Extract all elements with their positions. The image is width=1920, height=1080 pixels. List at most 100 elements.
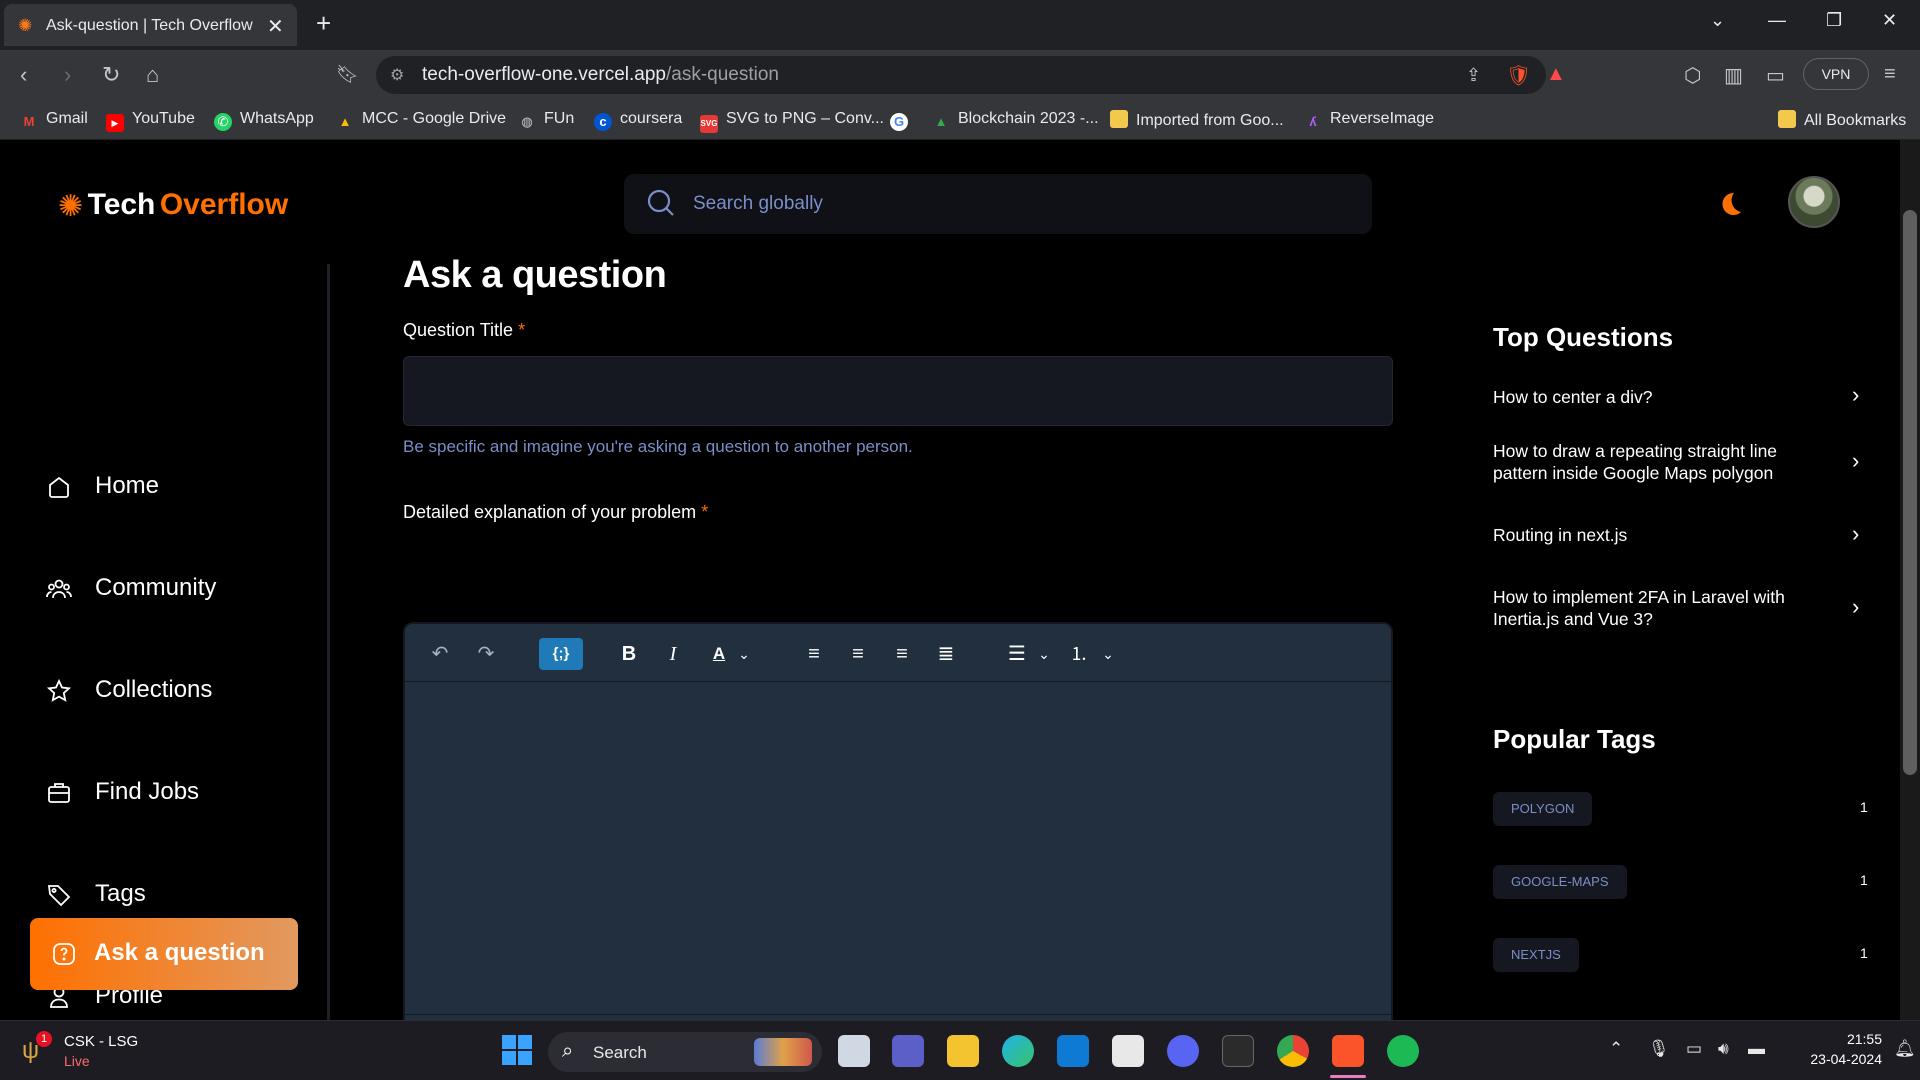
edge-icon[interactable] <box>1002 1035 1034 1067</box>
task-view-icon[interactable] <box>838 1035 870 1067</box>
chevron-right-icon[interactable]: › <box>1852 382 1859 408</box>
bookmark-svg-to-png[interactable]: SVG SVG to PNG – Conv... <box>700 110 884 133</box>
window-close-icon[interactable]: ✕ <box>1882 10 1897 31</box>
restore-icon[interactable]: ❐ <box>1826 10 1842 31</box>
bookmark-whatsapp[interactable]: ✆ WhatsApp <box>214 110 314 131</box>
nav-item-home[interactable]: Home <box>46 466 246 506</box>
bookmark-fun[interactable]: ◍ FUn <box>518 110 574 131</box>
ask-question-button[interactable]: Ask a question <box>30 918 298 990</box>
align-left-icon[interactable]: ≡ <box>799 638 829 670</box>
vpn-button[interactable]: VPN <box>1803 58 1869 90</box>
news-widget[interactable]: ψ 1 CSK - LSG Live <box>22 1031 182 1073</box>
notification-icon[interactable]: 🔔︎ <box>1894 1039 1916 1059</box>
top-question-item[interactable]: How to draw a repeating straight line pa… <box>1493 440 1833 484</box>
sidebar-icon[interactable]: ▥ <box>1724 63 1743 88</box>
chevron-up-icon[interactable]: ⌃ <box>1609 1039 1623 1059</box>
browser-tab[interactable]: ✺ Ask-question | Tech Overflow ✕ <box>4 4 297 46</box>
chevron-down-icon[interactable]: ⌄ <box>1035 638 1053 670</box>
align-justify-icon[interactable]: ≣ <box>931 638 961 670</box>
top-question-item[interactable]: How to center a div? <box>1493 386 1833 408</box>
taskbar-search[interactable]: ⌕ Search <box>548 1032 822 1072</box>
chrome-icon[interactable] <box>1277 1035 1309 1067</box>
bookmark-google[interactable]: G <box>890 110 916 131</box>
chevron-down-icon[interactable]: ⌄ <box>735 638 753 670</box>
tag-count: 1 <box>1860 799 1868 815</box>
nav-item-community[interactable]: Community <box>46 568 266 608</box>
bullet-list-icon[interactable]: ☰ <box>1003 638 1031 670</box>
editor-content-area[interactable] <box>405 683 1391 1003</box>
brave-rewards-icon[interactable]: ▲ <box>1546 63 1566 86</box>
wallet-icon[interactable]: ▭ <box>1766 63 1785 88</box>
microphone-icon[interactable]: 🎙︎ <box>1648 1039 1670 1059</box>
nav-item-collections[interactable]: Collections <box>46 670 266 710</box>
code-sample-icon[interactable]: {;} <box>539 638 583 670</box>
tag-badge[interactable]: NEXTJS <box>1493 938 1579 972</box>
network-icon[interactable]: ▭ <box>1686 1039 1702 1059</box>
site-logo[interactable]: ✺ Tech Overflow <box>58 188 288 224</box>
microsoft-store-icon[interactable] <box>1112 1035 1144 1067</box>
spotify-icon[interactable] <box>1387 1035 1419 1067</box>
battery-icon[interactable]: ▬ <box>1748 1039 1765 1059</box>
chevron-down-icon[interactable]: ⌄ <box>1099 638 1117 670</box>
text-color-icon[interactable]: A <box>705 638 733 670</box>
back-icon[interactable]: ‹ <box>20 62 27 88</box>
brave-icon[interactable] <box>1332 1035 1364 1067</box>
terminal-icon[interactable] <box>1222 1035 1254 1067</box>
tab-close-icon[interactable]: ✕ <box>267 14 284 39</box>
nav-item-find-jobs[interactable]: Find Jobs <box>46 772 266 812</box>
italic-icon[interactable]: I <box>659 638 687 670</box>
meet-icon[interactable] <box>892 1035 924 1067</box>
home-icon <box>49 476 69 498</box>
undo-icon[interactable]: ↶ <box>425 638 455 670</box>
bookmark-imported[interactable]: Imported from Goo... <box>1110 110 1284 130</box>
global-search[interactable]: Search globally <box>624 174 1372 234</box>
url-text[interactable]: tech-overflow-one.vercel.app/ask-questio… <box>422 64 779 86</box>
nav-label-home: Home <box>95 472 160 499</box>
moon-icon[interactable] <box>1716 190 1744 218</box>
volume-icon[interactable]: 🔊︎ <box>1718 1039 1729 1059</box>
top-question-item[interactable]: How to implement 2FA in Laravel with Ine… <box>1493 586 1833 630</box>
minimize-icon[interactable]: — <box>1768 10 1786 31</box>
chevron-right-icon[interactable]: › <box>1852 448 1859 474</box>
all-bookmarks[interactable]: All Bookmarks <box>1778 110 1906 130</box>
clock-time[interactable]: 21:55 <box>1826 1031 1882 1047</box>
chevron-right-icon[interactable]: › <box>1852 594 1859 620</box>
bookmark-gmail[interactable]: M Gmail <box>20 110 88 131</box>
bold-icon[interactable]: B <box>615 638 643 670</box>
share-icon[interactable]: ⇪ <box>1466 65 1481 86</box>
align-right-icon[interactable]: ≡ <box>887 638 917 670</box>
avatar[interactable] <box>1788 176 1840 228</box>
file-explorer-icon[interactable] <box>947 1035 979 1067</box>
align-center-icon[interactable]: ≡ <box>843 638 873 670</box>
brave-shields-icon[interactable]: 🛡︎ <box>1506 63 1531 88</box>
forward-icon[interactable]: › <box>64 62 71 88</box>
bookmark-coursera[interactable]: c coursera <box>594 110 682 131</box>
tab-search-chevron-icon[interactable]: ⌄ <box>1710 10 1725 31</box>
tag-badge[interactable]: POLYGON <box>1493 792 1593 826</box>
tag-badge[interactable]: GOOGLE-MAPS <box>1493 865 1627 899</box>
home-icon[interactable]: ⌂ <box>146 62 159 88</box>
chevron-right-icon[interactable]: › <box>1852 521 1859 547</box>
extensions-icon[interactable]: ⬡ <box>1684 63 1701 88</box>
bookmark-icon[interactable]: 🔖︎ <box>336 64 359 85</box>
bookmark-youtube[interactable]: ▶ YouTube <box>106 110 195 132</box>
top-question-item[interactable]: Routing in next.js <box>1493 524 1833 546</box>
bookmark-blockchain[interactable]: ▲ Blockchain 2023 -... <box>932 110 1099 131</box>
numbered-list-icon[interactable]: ⒈ <box>1065 638 1093 670</box>
bookmark-reverseimage[interactable]: ʎ ReverseImage <box>1304 110 1434 131</box>
vscode-icon[interactable] <box>1057 1035 1089 1067</box>
bookmark-mcc-drive[interactable]: ▲ MCC - Google Drive <box>336 110 506 131</box>
site-info-icon[interactable]: ⚙ <box>390 65 404 85</box>
question-title-input[interactable] <box>403 356 1393 426</box>
clock-date[interactable]: 23-04-2024 <box>1788 1051 1882 1067</box>
address-bar[interactable]: ⚙ tech-overflow-one.vercel.app/ask-quest… <box>376 56 1566 94</box>
reload-icon[interactable]: ↻ <box>102 62 120 88</box>
menu-icon[interactable]: ≡ <box>1884 63 1896 86</box>
coursera-icon: c <box>594 113 612 131</box>
nav-item-tags[interactable]: Tags <box>46 874 246 914</box>
windows-start-icon[interactable] <box>502 1035 532 1065</box>
discord-icon[interactable] <box>1167 1035 1199 1067</box>
redo-icon[interactable]: ↷ <box>471 638 501 670</box>
new-tab-icon[interactable]: + <box>316 10 331 36</box>
scrollbar-thumb[interactable] <box>1903 210 1917 775</box>
